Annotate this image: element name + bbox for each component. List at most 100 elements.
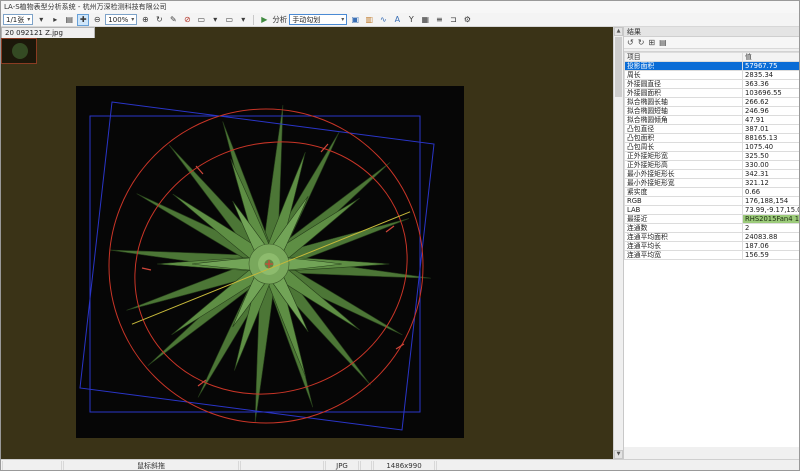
chevron-down-icon: ▾ xyxy=(27,16,30,23)
zoom-in-icon[interactable]: ⊕ xyxy=(139,14,151,26)
pan-tool-icon[interactable]: ✚ xyxy=(77,14,89,26)
table-row[interactable]: 投影面积 57967.75 xyxy=(625,62,800,71)
table-row[interactable]: 连通数 2 xyxy=(625,224,800,233)
row-label: 正外接矩形宽 xyxy=(625,152,743,161)
chevron-down-icon[interactable]: ▾ xyxy=(209,14,221,26)
row-label: 拟合椭圆长轴 xyxy=(625,98,743,107)
image-panel-icon[interactable]: ▣ xyxy=(349,14,361,26)
row-label: LAB xyxy=(625,206,743,215)
table-row[interactable]: 最小外接矩形长 342.31 xyxy=(625,170,800,179)
row-label: 正外接矩形高 xyxy=(625,161,743,170)
row-label: RGB xyxy=(625,197,743,206)
column-item: 项目 xyxy=(625,53,743,62)
redo-icon[interactable]: ↻ xyxy=(638,38,645,48)
table-row[interactable]: 正外接矩形宽 325.50 xyxy=(625,152,800,161)
row-value: 321.12 xyxy=(743,179,800,188)
status-cell xyxy=(240,461,324,471)
table-row[interactable]: 连通平均长 187.06 xyxy=(625,242,800,251)
table-row[interactable]: 拟合椭圆倾角 47.91 xyxy=(625,116,800,125)
results-panel: 结果 ↺ ↻ ⊞ ▤ 项目 值 投影面积 57967.75 周长 2835.34 xyxy=(623,27,800,459)
list-view-icon[interactable]: ≡ xyxy=(433,14,445,26)
gear-icon[interactable]: ⚙ xyxy=(461,14,473,26)
next-image-button[interactable]: ▸ xyxy=(49,14,61,26)
row-value: 2835.34 xyxy=(743,71,800,80)
status-file-format: JPG xyxy=(325,461,359,471)
rect-tool-icon[interactable]: ▭ xyxy=(223,14,235,26)
table-row[interactable]: RGB 176,188,154 xyxy=(625,197,800,206)
row-label: 凸包直径 xyxy=(625,125,743,134)
shape-tool-icon[interactable]: ▭ xyxy=(195,14,207,26)
edit-icon[interactable]: ✎ xyxy=(167,14,179,26)
status-image-size: 1486x990 xyxy=(373,461,435,471)
table-row[interactable]: 正外接矩形高 330.00 xyxy=(625,161,800,170)
thumbnail-preview xyxy=(12,43,28,59)
app-window: LA-S植物表型分析系统 - 杭州万深检测科技有限公司 1/1张▾ ▾ ▸ ▤ … xyxy=(0,0,800,471)
scroll-up-icon[interactable]: ▲ xyxy=(614,27,623,36)
table-row[interactable]: LAB 73.99,-9.17,15.08 xyxy=(625,206,800,215)
scrollbar-thumb[interactable] xyxy=(615,37,622,97)
exit-icon[interactable]: ⊐ xyxy=(447,14,459,26)
page-select[interactable]: 1/1张▾ xyxy=(3,14,33,25)
branch-icon[interactable]: Y xyxy=(405,14,417,26)
table-row[interactable]: 凸包面积 88165.13 xyxy=(625,134,800,143)
copy-icon[interactable]: ▤ xyxy=(63,14,75,26)
row-label: 最小外接矩形长 xyxy=(625,170,743,179)
table-row[interactable]: 紧实度 0.66 xyxy=(625,188,800,197)
chart-icon[interactable]: ∿ xyxy=(377,14,389,26)
table-row[interactable]: 凸包周长 1075.40 xyxy=(625,143,800,152)
results-table-header: 项目 值 xyxy=(625,53,800,62)
specimen-image[interactable] xyxy=(76,86,464,438)
row-value: 47.91 xyxy=(743,116,800,125)
table-row[interactable]: 外接圆直径 363.36 xyxy=(625,80,800,89)
row-label: 连通平均宽 xyxy=(625,251,743,260)
prev-image-button[interactable]: ▾ xyxy=(35,14,47,26)
canvas-area[interactable]: 20 092121 Z.jpg xyxy=(1,27,613,459)
row-value: 363.36 xyxy=(743,80,800,89)
table-row[interactable]: 外接圆面积 103696.55 xyxy=(625,89,800,98)
status-cell xyxy=(360,461,372,471)
zoom-out-icon[interactable]: ⊖ xyxy=(91,14,103,26)
chevron-down-icon[interactable]: ▾ xyxy=(237,14,249,26)
row-label: 最小外接矩形宽 xyxy=(625,179,743,188)
row-value: 156.59 xyxy=(743,251,800,260)
zoom-level-select[interactable]: 100%▾ xyxy=(105,14,137,25)
rotate-icon[interactable]: ↻ xyxy=(153,14,165,26)
row-label: 连通平均面积 xyxy=(625,233,743,242)
table-row[interactable]: 拟合椭圆长轴 266.62 xyxy=(625,98,800,107)
table-row[interactable]: 连通平均宽 156.59 xyxy=(625,251,800,260)
export-image-icon[interactable]: ▥ xyxy=(363,14,375,26)
table-row[interactable]: 拟合椭圆短轴 246.96 xyxy=(625,107,800,116)
toolbar-separator xyxy=(253,15,254,25)
row-label: 外接圆面积 xyxy=(625,89,743,98)
results-table: 项目 值 投影面积 57967.75 周长 2835.34 外接圆直径 363.… xyxy=(624,51,800,447)
row-value: 246.96 xyxy=(743,107,800,116)
save-results-icon[interactable]: ▤ xyxy=(659,38,667,48)
table-row[interactable]: 凸包直径 387.01 xyxy=(625,125,800,134)
results-rows: 投影面积 57967.75 周长 2835.34 外接圆直径 363.36 外接… xyxy=(625,62,800,260)
navigator-thumbnail[interactable] xyxy=(1,38,37,64)
run-analysis-icon[interactable]: ▶ xyxy=(258,14,270,26)
row-value: 103696.55 xyxy=(743,89,800,98)
row-label: 外接圆直径 xyxy=(625,80,743,89)
grid-view-icon[interactable]: ▦ xyxy=(419,14,431,26)
table-row[interactable]: 最接近 RHS2015Fan4 194C Yellow xyxy=(625,215,800,224)
canvas-vertical-scrollbar[interactable]: ▲ ▼ xyxy=(613,27,622,459)
table-row[interactable]: 周长 2835.34 xyxy=(625,71,800,80)
row-value: 342.31 xyxy=(743,170,800,179)
status-hint: 鼠标斜拖 xyxy=(63,461,239,471)
segmentation-mode-select[interactable]: 手动勾划▾ xyxy=(289,14,347,25)
image-tab[interactable]: 20 092121 Z.jpg xyxy=(1,27,95,38)
row-value: 73.99,-9.17,15.08 xyxy=(743,206,800,215)
table-row[interactable]: 连通平均面积 24083.88 xyxy=(625,233,800,242)
row-label: 连通数 xyxy=(625,224,743,233)
text-label-icon[interactable]: A xyxy=(391,14,403,26)
row-label: 最接近 xyxy=(625,215,743,224)
row-value: 325.50 xyxy=(743,152,800,161)
refresh-icon[interactable]: ↺ xyxy=(627,38,634,48)
scroll-down-icon[interactable]: ▼ xyxy=(614,450,623,459)
export-results-icon[interactable]: ⊞ xyxy=(648,38,655,48)
row-value: 187.06 xyxy=(743,242,800,251)
table-row[interactable]: 最小外接矩形宽 321.12 xyxy=(625,179,800,188)
main-toolbar: 1/1张▾ ▾ ▸ ▤ ✚ ⊖ 100%▾ ⊕ ↻ ✎ ⊘ ▭ ▾ ▭ ▾ ▶ … xyxy=(1,13,800,27)
stop-icon[interactable]: ⊘ xyxy=(181,14,193,26)
